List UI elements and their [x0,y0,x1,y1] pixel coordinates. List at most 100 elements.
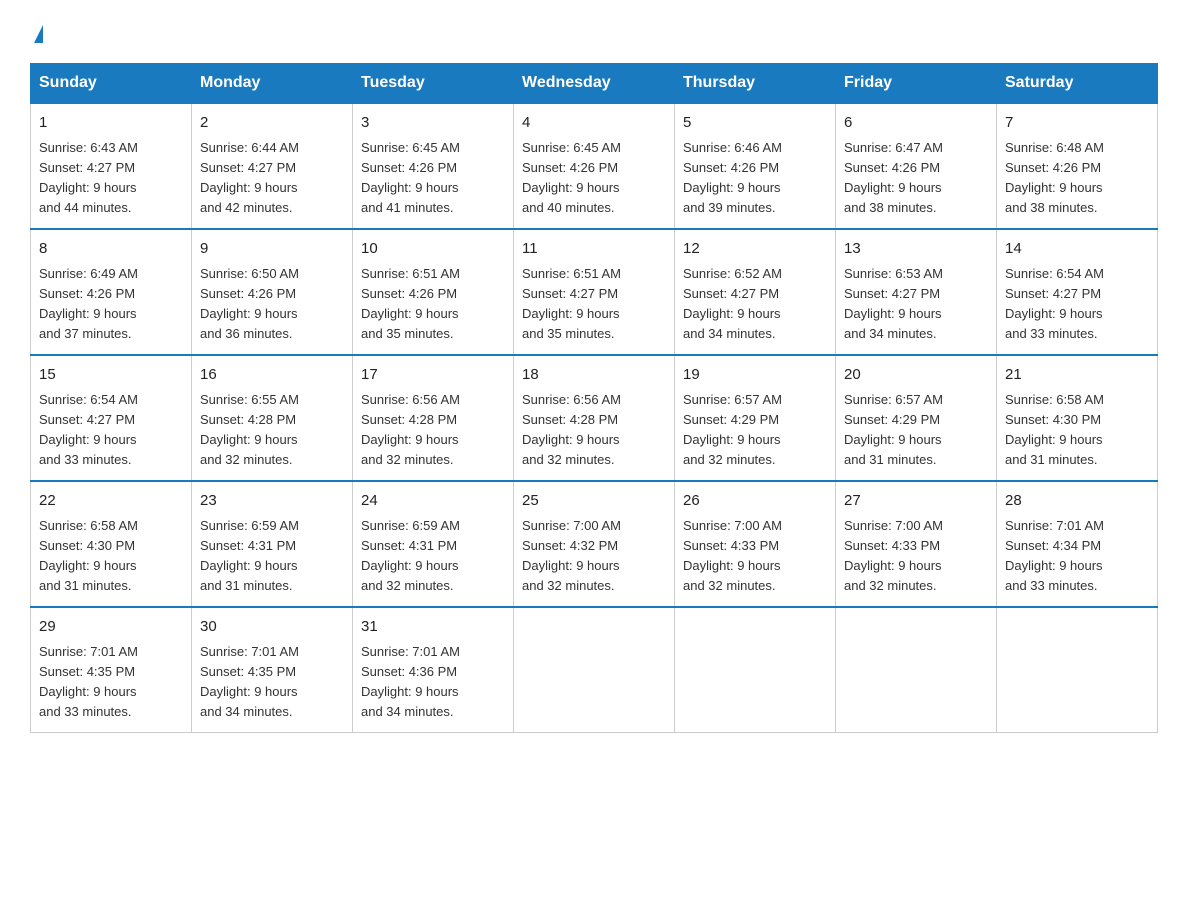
day-number: 24 [361,490,505,513]
day-info: Sunrise: 6:55 AMSunset: 4:28 PMDaylight:… [200,390,344,471]
day-number: 5 [683,112,827,135]
day-number: 22 [39,490,183,513]
calendar-cell: 20 Sunrise: 6:57 AMSunset: 4:29 PMDayligh… [836,355,997,481]
col-header-wednesday: Wednesday [514,64,675,104]
page-header [30,20,1158,45]
calendar-cell: 19 Sunrise: 6:57 AMSunset: 4:29 PMDayligh… [675,355,836,481]
day-info: Sunrise: 6:46 AMSunset: 4:26 PMDaylight:… [683,138,827,219]
logo [30,20,43,45]
day-number: 26 [683,490,827,513]
day-info: Sunrise: 7:01 AMSunset: 4:35 PMDaylight:… [39,642,183,723]
calendar-week-row: 29 Sunrise: 7:01 AMSunset: 4:35 PMDayligh… [31,607,1158,733]
day-info: Sunrise: 7:00 AMSunset: 4:32 PMDaylight:… [522,516,666,597]
day-number: 4 [522,112,666,135]
day-number: 27 [844,490,988,513]
day-info: Sunrise: 6:50 AMSunset: 4:26 PMDaylight:… [200,264,344,345]
day-number: 19 [683,364,827,387]
day-number: 1 [39,112,183,135]
calendar-cell: 26 Sunrise: 7:00 AMSunset: 4:33 PMDayligh… [675,481,836,607]
day-number: 3 [361,112,505,135]
logo-triangle-icon [34,25,43,43]
calendar-cell: 24Sunrise: 6:59 AMSunset: 4:31 PMDayligh… [353,481,514,607]
calendar-cell: 31 Sunrise: 7:01 AMSunset: 4:36 PMDayligh… [353,607,514,733]
day-info: Sunrise: 6:54 AMSunset: 4:27 PMDaylight:… [39,390,183,471]
day-info: Sunrise: 6:48 AMSunset: 4:26 PMDaylight:… [1005,138,1149,219]
col-header-thursday: Thursday [675,64,836,104]
calendar-week-row: 22 Sunrise: 6:58 AMSunset: 4:30 PMDayligh… [31,481,1158,607]
calendar-cell: 14 Sunrise: 6:54 AMSunset: 4:27 PMDayligh… [997,229,1158,355]
calendar-table: SundayMondayTuesdayWednesdayThursdayFrid… [30,63,1158,733]
calendar-cell: 12 Sunrise: 6:52 AMSunset: 4:27 PMDayligh… [675,229,836,355]
calendar-cell: 8 Sunrise: 6:49 AMSunset: 4:26 PMDaylight… [31,229,192,355]
calendar-cell: 15 Sunrise: 6:54 AMSunset: 4:27 PMDayligh… [31,355,192,481]
day-info: Sunrise: 6:49 AMSunset: 4:26 PMDaylight:… [39,264,183,345]
calendar-cell: 2Sunrise: 6:44 AMSunset: 4:27 PMDaylight… [192,103,353,229]
day-info: Sunrise: 7:01 AMSunset: 4:35 PMDaylight:… [200,642,344,723]
day-info: Sunrise: 6:44 AMSunset: 4:27 PMDaylight:… [200,138,344,219]
col-header-friday: Friday [836,64,997,104]
day-info: Sunrise: 6:54 AMSunset: 4:27 PMDaylight:… [1005,264,1149,345]
day-info: Sunrise: 6:52 AMSunset: 4:27 PMDaylight:… [683,264,827,345]
day-number: 20 [844,364,988,387]
calendar-cell: 5 Sunrise: 6:46 AMSunset: 4:26 PMDaylight… [675,103,836,229]
day-number: 11 [522,238,666,261]
day-info: Sunrise: 6:57 AMSunset: 4:29 PMDaylight:… [683,390,827,471]
col-header-saturday: Saturday [997,64,1158,104]
col-header-sunday: Sunday [31,64,192,104]
day-number: 31 [361,616,505,639]
calendar-week-row: 15 Sunrise: 6:54 AMSunset: 4:27 PMDayligh… [31,355,1158,481]
day-info: Sunrise: 7:01 AMSunset: 4:36 PMDaylight:… [361,642,505,723]
calendar-week-row: 8 Sunrise: 6:49 AMSunset: 4:26 PMDaylight… [31,229,1158,355]
day-info: Sunrise: 6:53 AMSunset: 4:27 PMDaylight:… [844,264,988,345]
day-number: 7 [1005,112,1149,135]
day-number: 30 [200,616,344,639]
calendar-cell: 4 Sunrise: 6:45 AMSunset: 4:26 PMDaylight… [514,103,675,229]
day-info: Sunrise: 6:58 AMSunset: 4:30 PMDaylight:… [39,516,183,597]
day-number: 8 [39,238,183,261]
day-info: Sunrise: 6:51 AMSunset: 4:26 PMDaylight:… [361,264,505,345]
day-number: 13 [844,238,988,261]
calendar-cell: 9 Sunrise: 6:50 AMSunset: 4:26 PMDaylight… [192,229,353,355]
calendar-cell: 18 Sunrise: 6:56 AMSunset: 4:28 PMDayligh… [514,355,675,481]
calendar-cell: 28Sunrise: 7:01 AMSunset: 4:34 PMDayligh… [997,481,1158,607]
day-number: 17 [361,364,505,387]
calendar-cell: 23Sunrise: 6:59 AMSunset: 4:31 PMDayligh… [192,481,353,607]
day-number: 21 [1005,364,1149,387]
calendar-cell: 13 Sunrise: 6:53 AMSunset: 4:27 PMDayligh… [836,229,997,355]
calendar-cell [675,607,836,733]
calendar-cell: 6 Sunrise: 6:47 AMSunset: 4:26 PMDaylight… [836,103,997,229]
calendar-cell: 11 Sunrise: 6:51 AMSunset: 4:27 PMDayligh… [514,229,675,355]
day-number: 6 [844,112,988,135]
day-number: 29 [39,616,183,639]
day-number: 10 [361,238,505,261]
day-info: Sunrise: 6:56 AMSunset: 4:28 PMDaylight:… [361,390,505,471]
calendar-cell: 17 Sunrise: 6:56 AMSunset: 4:28 PMDayligh… [353,355,514,481]
day-number: 25 [522,490,666,513]
calendar-header-row: SundayMondayTuesdayWednesdayThursdayFrid… [31,64,1158,104]
calendar-cell: 3Sunrise: 6:45 AMSunset: 4:26 PMDaylight… [353,103,514,229]
calendar-cell: 21 Sunrise: 6:58 AMSunset: 4:30 PMDayligh… [997,355,1158,481]
day-number: 18 [522,364,666,387]
day-number: 9 [200,238,344,261]
day-info: Sunrise: 6:47 AMSunset: 4:26 PMDaylight:… [844,138,988,219]
calendar-cell: 1Sunrise: 6:43 AMSunset: 4:27 PMDaylight… [31,103,192,229]
calendar-cell [514,607,675,733]
day-number: 15 [39,364,183,387]
day-info: Sunrise: 6:45 AMSunset: 4:26 PMDaylight:… [522,138,666,219]
calendar-cell: 30 Sunrise: 7:01 AMSunset: 4:35 PMDayligh… [192,607,353,733]
day-number: 12 [683,238,827,261]
day-info: Sunrise: 6:56 AMSunset: 4:28 PMDaylight:… [522,390,666,471]
calendar-cell [836,607,997,733]
calendar-cell: 7 Sunrise: 6:48 AMSunset: 4:26 PMDaylight… [997,103,1158,229]
day-info: Sunrise: 7:00 AMSunset: 4:33 PMDaylight:… [683,516,827,597]
day-info: Sunrise: 7:01 AMSunset: 4:34 PMDaylight:… [1005,516,1149,597]
day-number: 23 [200,490,344,513]
day-info: Sunrise: 6:57 AMSunset: 4:29 PMDaylight:… [844,390,988,471]
calendar-cell [997,607,1158,733]
day-info: Sunrise: 6:58 AMSunset: 4:30 PMDaylight:… [1005,390,1149,471]
calendar-cell: 22 Sunrise: 6:58 AMSunset: 4:30 PMDayligh… [31,481,192,607]
day-number: 14 [1005,238,1149,261]
calendar-cell: 16Sunrise: 6:55 AMSunset: 4:28 PMDayligh… [192,355,353,481]
col-header-tuesday: Tuesday [353,64,514,104]
day-info: Sunrise: 6:51 AMSunset: 4:27 PMDaylight:… [522,264,666,345]
